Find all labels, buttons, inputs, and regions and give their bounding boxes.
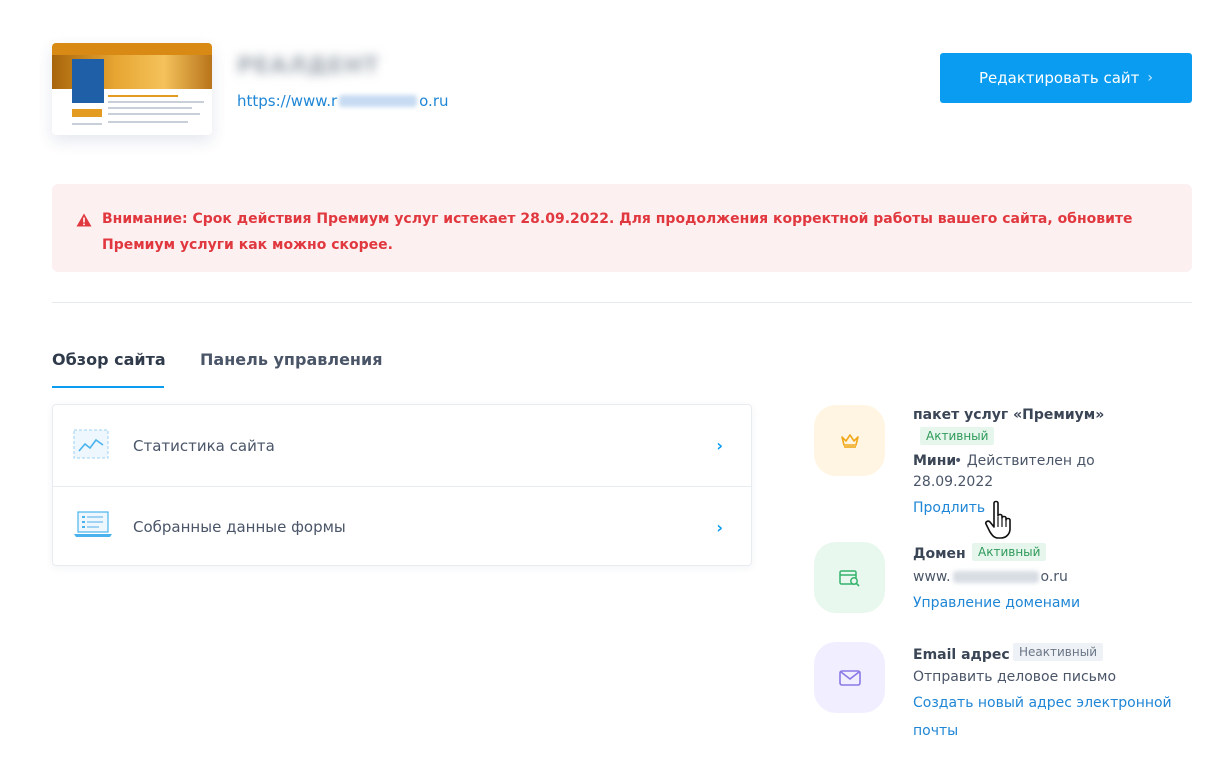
- premium-plan: Мини: [913, 453, 957, 469]
- domain-status-badge: Активный: [972, 543, 1047, 561]
- site-overview-card: Статистика сайта › Собранные данные форм…: [52, 404, 752, 566]
- thumbnail-line: [72, 123, 102, 125]
- active-tab-indicator: [52, 386, 164, 388]
- domain-title: Домен: [913, 546, 966, 562]
- email-title: Email адрес: [913, 647, 1010, 663]
- site-title: РЕАЛДЕНТ: [237, 54, 380, 79]
- list-item-form-data[interactable]: Собранные данные формы ›: [53, 486, 751, 567]
- thumbnail-line: [108, 121, 188, 123]
- chevron-right-icon: ›: [716, 436, 723, 455]
- domain-url-prefix: www.: [913, 569, 951, 585]
- alert-text: Внимание: Срок действия Премиум услуг ис…: [102, 211, 1133, 253]
- thumbnail-line: [72, 109, 102, 117]
- tab-site-overview[interactable]: Обзор сайта: [52, 350, 166, 369]
- edit-site-button[interactable]: Редактировать сайт ›: [940, 53, 1192, 103]
- thumbnail-line: [108, 113, 200, 115]
- site-url-suffix: o.ru: [419, 92, 449, 110]
- chevron-right-icon: ›: [1147, 70, 1153, 86]
- thumbnail-header-bar: [52, 43, 212, 55]
- thumbnail-line: [108, 107, 192, 109]
- stats-chart-icon: [73, 429, 109, 463]
- edit-site-label: Редактировать сайт: [979, 69, 1140, 87]
- email-status-badge: Неактивный: [1013, 643, 1103, 661]
- renew-link[interactable]: Продлить: [913, 500, 985, 516]
- premium-valid-text: • Действителен до: [954, 453, 1095, 469]
- site-thumbnail[interactable]: [52, 43, 212, 135]
- list-item-site-stats[interactable]: Статистика сайта ›: [53, 405, 751, 486]
- domain-url: www. o.ru: [913, 569, 1068, 585]
- premium-status-badge: Активный: [920, 427, 995, 445]
- manage-domains-link[interactable]: Управление доменами: [913, 595, 1080, 611]
- redacted-url-part: [339, 95, 418, 107]
- premium-title: пакет услуг «Премиум»: [913, 407, 1105, 423]
- thumbnail-line: [108, 95, 178, 97]
- list-item-label: Статистика сайта: [133, 436, 275, 455]
- redacted-domain-part: [952, 571, 1039, 583]
- section-divider: [52, 302, 1192, 303]
- create-email-link-cont[interactable]: почты: [913, 723, 958, 739]
- email-description: Отправить деловое письмо: [913, 669, 1117, 685]
- premium-expiry-date: 28.09.2022: [913, 474, 994, 490]
- site-url-link[interactable]: https://www.r o.ru: [237, 92, 449, 110]
- form-data-laptop-icon: [73, 510, 113, 544]
- chevron-right-icon: ›: [716, 517, 723, 537]
- domain-url-suffix: o.ru: [1040, 569, 1068, 585]
- crown-icon: [814, 405, 885, 476]
- hand-pointer-cursor-icon: [984, 500, 1016, 544]
- create-email-link[interactable]: Создать новый адрес электронной: [913, 695, 1172, 711]
- envelope-icon: [814, 642, 885, 713]
- warning-icon: [76, 210, 92, 236]
- list-item-label: Собранные данные формы: [133, 518, 346, 536]
- tab-control-panel[interactable]: Панель управления: [200, 350, 382, 369]
- thumbnail-line: [108, 101, 204, 103]
- premium-expiry-alert: Внимание: Срок действия Премиум услуг ис…: [52, 184, 1192, 272]
- thumbnail-nav: [72, 59, 104, 103]
- site-url-prefix: https://www.r: [237, 92, 338, 110]
- domain-search-icon: [814, 542, 885, 613]
